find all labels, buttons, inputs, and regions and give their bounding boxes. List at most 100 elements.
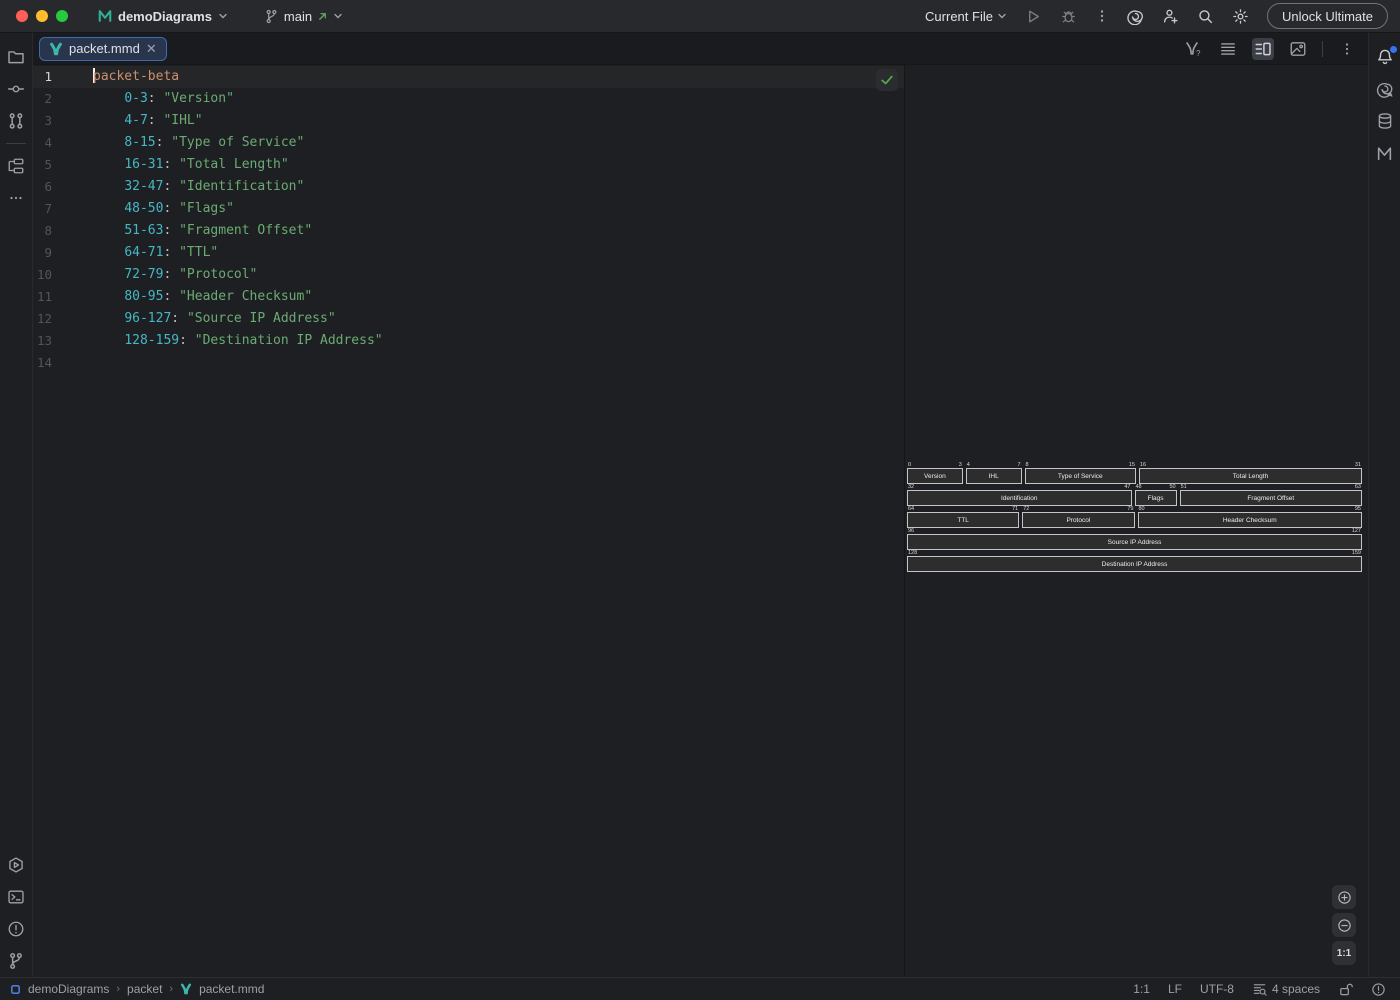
packet-field-label: Protocol [1022, 512, 1134, 528]
mermaid-tool-icon[interactable] [1371, 138, 1399, 168]
terminal-icon[interactable] [2, 882, 30, 912]
more-horizontal-icon[interactable] [2, 183, 30, 213]
code-line[interactable]: 6 32-47: "Identification" [33, 176, 904, 198]
code-text: 48-50: "Flags" [52, 198, 234, 220]
problems-icon[interactable] [2, 914, 30, 944]
run-icon[interactable] [1025, 8, 1042, 25]
left-tool-rail [0, 33, 33, 977]
code-text: 96-127: "Source IP Address" [52, 308, 336, 330]
line-number: 4 [33, 132, 52, 154]
branch-widget[interactable]: main [264, 9, 343, 24]
zoom-in-button[interactable] [1332, 885, 1356, 909]
search-icon[interactable] [1197, 8, 1214, 25]
unlocked-padlock-icon[interactable] [1338, 982, 1353, 997]
code-line[interactable]: 7 48-50: "Flags" [33, 198, 904, 220]
packet-row: 128159Destination IP Address [907, 550, 1362, 572]
code-line[interactable]: 10 72-79: "Protocol" [33, 264, 904, 286]
run-configuration-name: Current File [925, 9, 993, 24]
svg-text:?: ? [1196, 49, 1201, 58]
code-line[interactable]: 11 80-95: "Header Checksum" [33, 286, 904, 308]
close-window-button[interactable] [16, 10, 28, 22]
more-vertical-icon[interactable] [1095, 9, 1109, 23]
more-vertical-icon[interactable] [1336, 38, 1358, 60]
breadcrumb-project[interactable]: demoDiagrams [28, 982, 109, 996]
text-only-view-icon[interactable] [1217, 38, 1239, 60]
breadcrumb-folder[interactable]: packet [127, 982, 162, 996]
packet-field-label: Header Checksum [1138, 512, 1363, 528]
indent-widget[interactable]: 4 spaces [1252, 982, 1320, 997]
packet-field-label: TTL [907, 512, 1019, 528]
ok-check-icon [880, 73, 894, 87]
structure-icon[interactable] [2, 151, 30, 181]
notifications-button[interactable] [1371, 42, 1399, 72]
mermaid-preview-pane: 03Version47IHL815Type of Service1631Tota… [905, 65, 1368, 977]
close-tab-icon[interactable]: ✕ [146, 42, 157, 55]
unlock-ultimate-button[interactable]: Unlock Ultimate [1267, 3, 1388, 29]
code-text: packet-beta [52, 66, 179, 88]
tab-packet-mmd[interactable]: packet.mmd ✕ [39, 37, 167, 61]
line-number: 3 [33, 110, 52, 132]
code-line[interactable]: 8 51-63: "Fragment Offset" [33, 220, 904, 242]
error-highlighting-icon[interactable] [1371, 982, 1386, 997]
database-icon[interactable] [1371, 106, 1399, 136]
code-line[interactable]: 12 96-127: "Source IP Address" [33, 308, 904, 330]
preview-only-view-icon[interactable] [1287, 38, 1309, 60]
packet-field-label: Destination IP Address [907, 556, 1362, 572]
packet-field-label: Source IP Address [907, 534, 1362, 550]
version-control-icon[interactable] [2, 106, 30, 136]
code-editor[interactable]: 1packet-beta2 0-3: "Version"3 4-7: "IHL"… [33, 65, 905, 977]
branch-name: main [284, 9, 312, 24]
inspection-widget[interactable] [876, 69, 898, 91]
packet-row: 96127Source IP Address [907, 528, 1362, 550]
packet-row: 6471TTL7279Protocol8095Header Checksum [907, 506, 1362, 528]
code-line[interactable]: 1packet-beta [33, 66, 904, 88]
run-configuration-selector[interactable]: Current File [925, 9, 1007, 24]
rail-separator [6, 143, 26, 144]
debug-icon[interactable] [1060, 8, 1077, 25]
code-line[interactable]: 4 8-15: "Type of Service" [33, 132, 904, 154]
maximize-window-button[interactable] [56, 10, 68, 22]
services-icon[interactable] [2, 850, 30, 880]
mermaid-help-icon[interactable]: ? [1182, 38, 1204, 60]
code-line[interactable]: 3 4-7: "IHL" [33, 110, 904, 132]
zoom-reset-button[interactable]: 1:1 [1332, 941, 1356, 965]
project-name: demoDiagrams [118, 9, 212, 24]
project-folder-icon[interactable] [2, 42, 30, 72]
code-line[interactable]: 5 16-31: "Total Length" [33, 154, 904, 176]
zoom-out-button[interactable] [1332, 913, 1356, 937]
encoding-widget[interactable]: UTF-8 [1200, 982, 1234, 996]
code-line[interactable]: 13 128-159: "Destination IP Address" [33, 330, 904, 352]
code-text: 72-79: "Protocol" [52, 264, 257, 286]
code-line[interactable]: 9 64-71: "TTL" [33, 242, 904, 264]
toolbar-separator [1322, 41, 1323, 57]
settings-gear-icon[interactable] [1232, 8, 1249, 25]
caret-position-widget[interactable]: 1:1 [1133, 982, 1150, 996]
ai-assistant-chat-icon[interactable] [1371, 74, 1399, 104]
line-number: 6 [33, 176, 52, 198]
code-text [52, 352, 93, 374]
line-number: 13 [33, 330, 52, 352]
code-line[interactable]: 2 0-3: "Version" [33, 88, 904, 110]
minimize-window-button[interactable] [36, 10, 48, 22]
split-view-icon[interactable] [1252, 38, 1274, 60]
breadcrumb: demoDiagrams › packet › packet.mmd [10, 982, 264, 996]
packet-field-label: Version [907, 468, 963, 484]
commit-icon[interactable] [2, 74, 30, 104]
packet-field-label: Total Length [1139, 468, 1362, 484]
breadcrumb-separator: › [116, 983, 120, 995]
project-widget[interactable]: demoDiagrams [98, 9, 228, 24]
breadcrumb-file[interactable]: packet.mmd [199, 982, 264, 996]
code-text: 64-71: "TTL" [52, 242, 218, 264]
line-ending-widget[interactable]: LF [1168, 982, 1182, 996]
chevron-down-icon [997, 11, 1007, 21]
chevron-down-icon [333, 11, 343, 21]
code-line[interactable]: 14 [33, 352, 904, 374]
status-bar: demoDiagrams › packet › packet.mmd 1:1 L… [0, 977, 1400, 1000]
ai-assistant-icon[interactable] [1127, 8, 1144, 25]
module-icon [10, 984, 21, 995]
git-icon[interactable] [2, 946, 30, 976]
packet-block: 128159Destination IP Address [907, 550, 1362, 572]
code-text: 51-63: "Fragment Offset" [52, 220, 312, 242]
add-user-icon[interactable] [1162, 8, 1179, 25]
line-number: 10 [33, 264, 52, 286]
